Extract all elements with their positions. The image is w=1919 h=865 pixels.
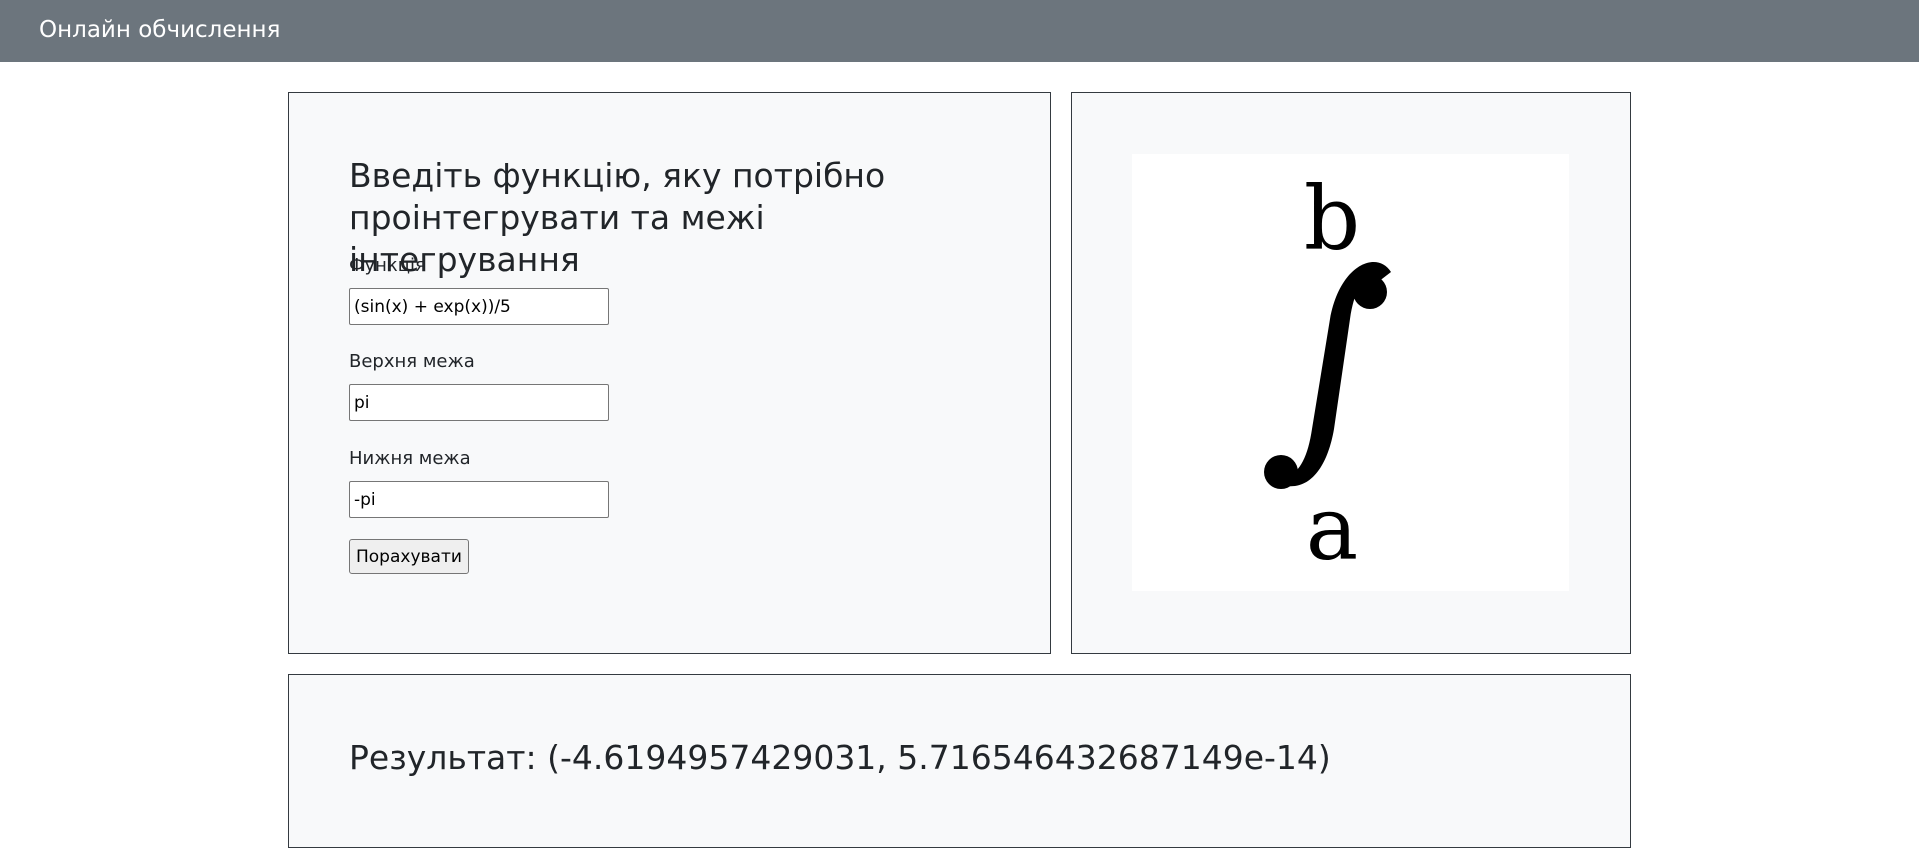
result-card: Результат: (-4.6194957429031, 5.71654643… <box>288 674 1631 848</box>
integral-symbol-image: b a <box>1132 154 1569 591</box>
upper-limit-label: Верхня межа <box>349 351 475 372</box>
lower-limit-label: Нижня межа <box>349 448 471 469</box>
integral-upper-letter: b <box>1304 167 1360 270</box>
function-input[interactable] <box>349 288 609 325</box>
lower-limit-input[interactable] <box>349 481 609 518</box>
navbar-brand[interactable]: Онлайн обчислення <box>39 16 280 44</box>
function-label: Функція <box>349 255 426 276</box>
form-title: Введіть функцію, яку потрібно проінтегру… <box>349 156 886 279</box>
navbar: Онлайн обчислення <box>0 0 1919 62</box>
integration-form-card: Введіть функцію, яку потрібно проінтегру… <box>288 92 1051 654</box>
result-text: Результат: (-4.6194957429031, 5.71654643… <box>349 738 1331 777</box>
calculate-button[interactable]: Порахувати <box>349 539 469 574</box>
integral-lower-letter: a <box>1306 477 1358 580</box>
integral-image-card: b a <box>1071 92 1631 654</box>
upper-limit-input[interactable] <box>349 384 609 421</box>
